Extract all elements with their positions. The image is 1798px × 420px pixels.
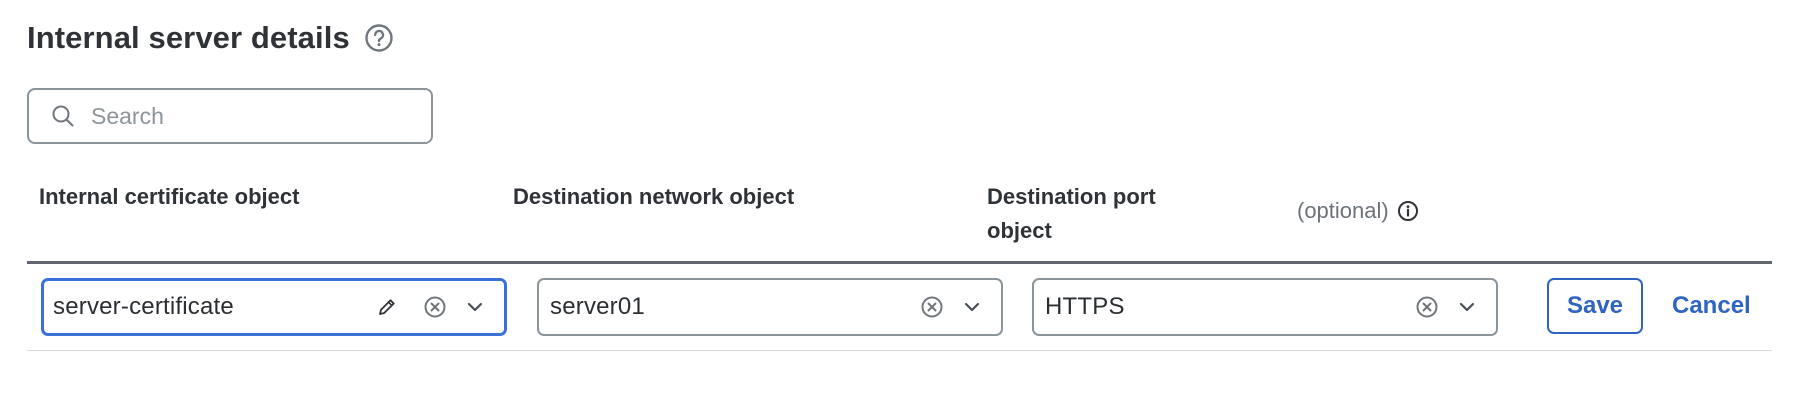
chevron-down-icon[interactable] <box>959 294 985 320</box>
clear-icon[interactable] <box>1414 294 1440 320</box>
help-circle-icon[interactable] <box>364 23 394 53</box>
certificate-value: server-certificate <box>53 293 234 320</box>
page-title: Internal server details <box>27 20 350 55</box>
column-header-port-line2: object <box>987 218 1052 243</box>
column-header-certificate: Internal certificate object <box>39 184 300 209</box>
column-header-port-line1: Destination port <box>987 184 1156 209</box>
search-input[interactable] <box>89 101 393 131</box>
optional-label: (optional) <box>1297 198 1389 223</box>
port-select[interactable]: HTTPS <box>1032 278 1498 336</box>
chevron-down-icon[interactable] <box>1454 294 1480 320</box>
title-row: Internal server details <box>27 20 394 56</box>
clear-icon[interactable] <box>919 294 945 320</box>
optional-hint: (optional) <box>1297 198 1419 224</box>
clear-icon[interactable] <box>422 294 448 320</box>
save-button[interactable]: Save <box>1547 278 1643 334</box>
network-value: server01 <box>550 293 645 320</box>
column-header-port: Destination port object <box>987 180 1156 248</box>
row-divider <box>27 350 1772 351</box>
port-value: HTTPS <box>1045 293 1125 320</box>
table-header-divider <box>27 261 1772 264</box>
certificate-select[interactable]: server-certificate <box>41 278 507 336</box>
pencil-icon[interactable] <box>374 294 400 320</box>
info-icon[interactable] <box>1397 200 1419 222</box>
search-box[interactable] <box>27 88 433 144</box>
column-header-network: Destination network object <box>513 184 795 209</box>
cancel-button[interactable]: Cancel <box>1664 278 1759 334</box>
network-select[interactable]: server01 <box>537 278 1003 336</box>
search-icon <box>51 104 75 128</box>
chevron-down-icon[interactable] <box>462 294 488 320</box>
